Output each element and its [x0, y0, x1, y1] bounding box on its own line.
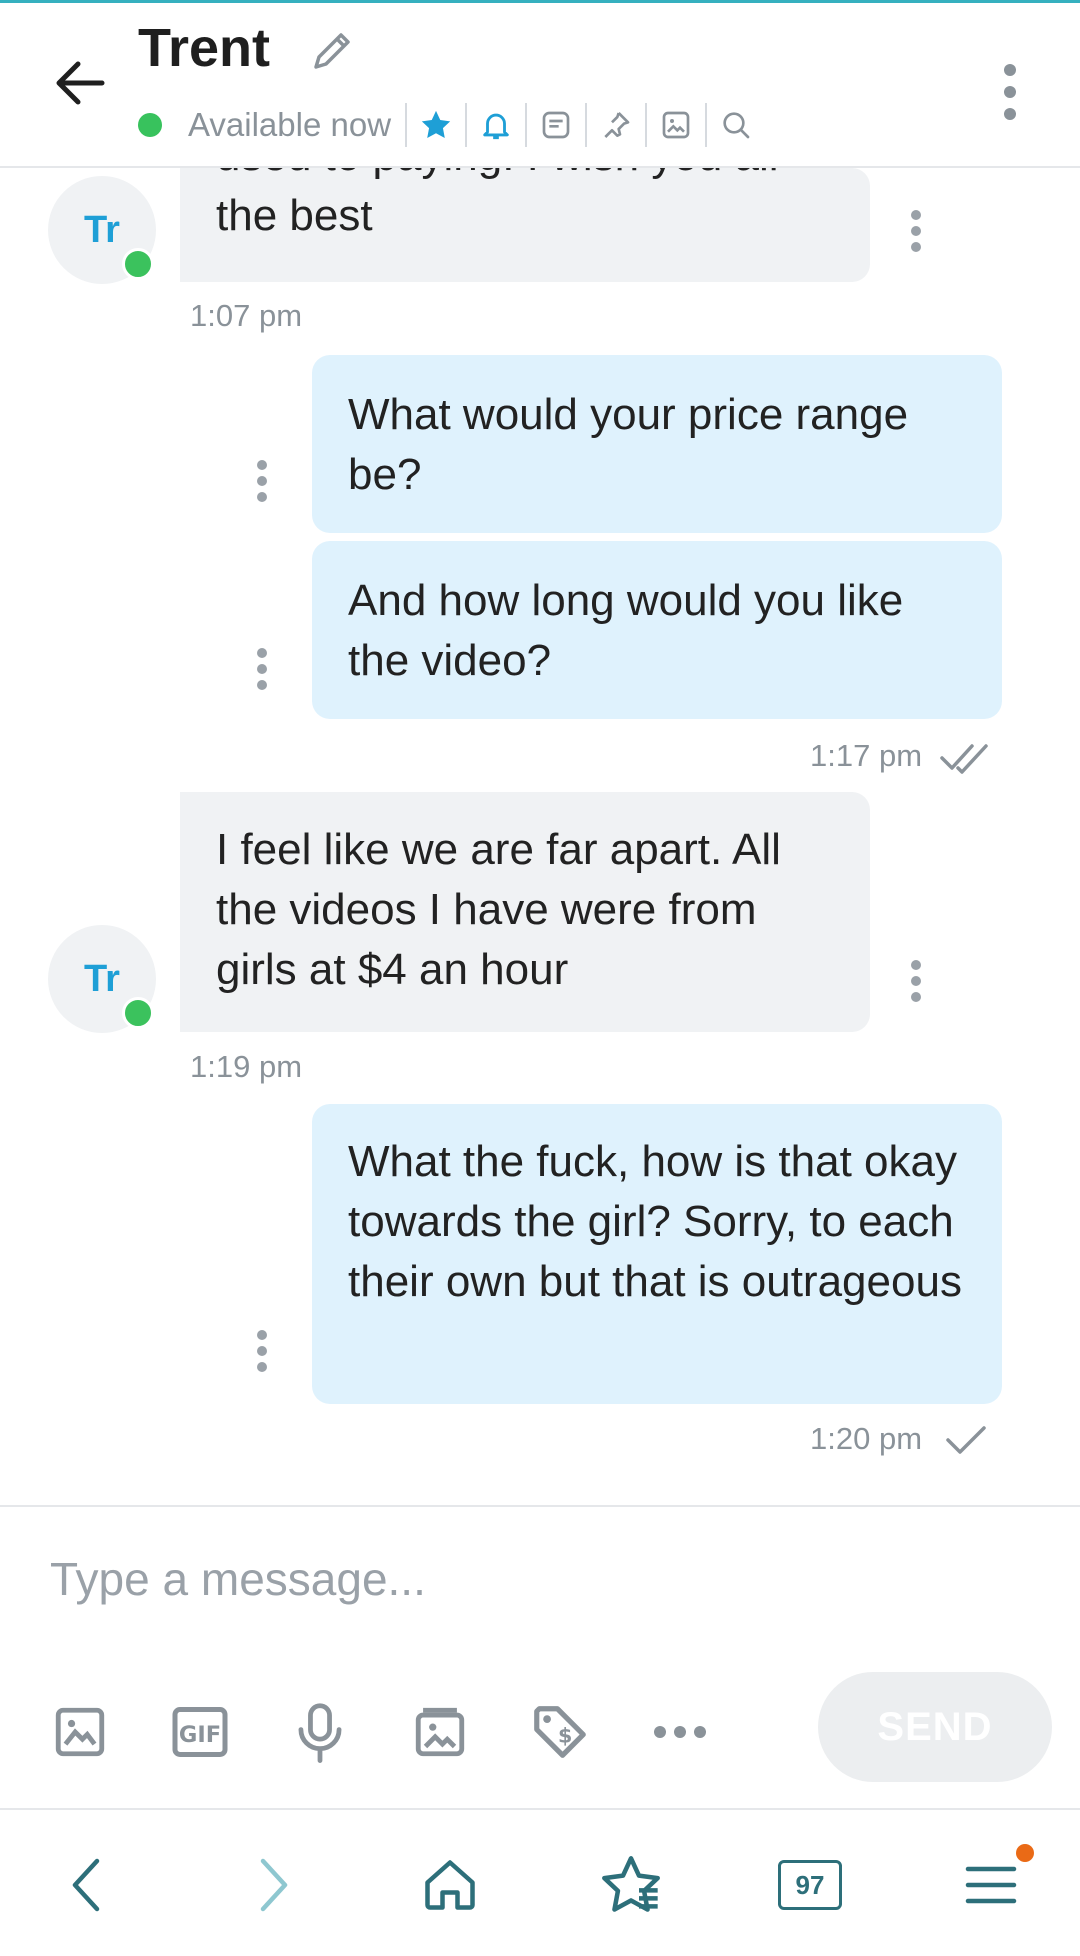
message-options-button[interactable]	[252, 460, 272, 504]
online-dot	[122, 248, 154, 280]
message-text: What the fuck, how is that okay towards …	[348, 1137, 962, 1306]
message-text: And how long would you like the video?	[348, 576, 904, 685]
contact-name[interactable]: Trent	[138, 17, 270, 79]
browser-bookmarks-button[interactable]	[586, 1840, 676, 1930]
search-icon	[723, 112, 750, 139]
message-text: the best	[216, 191, 373, 240]
chat-header: Trent Available now	[0, 3, 1080, 168]
message-time: 1:07 pm	[190, 298, 303, 333]
message-options-button[interactable]	[252, 1330, 272, 1374]
message-input[interactable]	[48, 1543, 952, 1615]
notification-badge	[1016, 1844, 1034, 1862]
edit-name-button[interactable]	[306, 25, 358, 77]
avatar-initials: Tr	[84, 957, 120, 1000]
status-row: Available now	[138, 103, 765, 147]
svg-text:GIF: GIF	[179, 1722, 221, 1748]
bell-icon	[483, 113, 509, 140]
voice-message-button[interactable]	[285, 1697, 355, 1767]
image-icon	[55, 1707, 105, 1757]
forward-icon	[260, 1858, 288, 1912]
avatar[interactable]: Tr	[48, 176, 156, 284]
avatar[interactable]: Tr	[48, 925, 156, 1033]
price-button[interactable]: $	[525, 1697, 595, 1767]
browser-home-button[interactable]	[405, 1840, 495, 1930]
menu-icon	[965, 1866, 1017, 1904]
message-bubble-outgoing[interactable]: And how long would you like the video?	[312, 541, 1002, 719]
back-icon	[72, 1858, 100, 1912]
tabs-icon: 97	[778, 1860, 842, 1910]
message-bubble-outgoing[interactable]: What would your price range be?	[312, 355, 1002, 533]
more-options-button[interactable]	[990, 58, 1030, 148]
svg-text:$: $	[558, 1723, 572, 1747]
image-icon	[662, 111, 690, 139]
gif-icon: GIF	[172, 1707, 228, 1757]
vault-icon	[415, 1707, 465, 1757]
gif-button[interactable]: GIF	[165, 1697, 235, 1767]
arrow-left-icon	[56, 61, 105, 105]
search-button[interactable]	[705, 103, 765, 147]
notes-button[interactable]	[525, 103, 585, 147]
tabs-count: 97	[795, 1869, 825, 1900]
online-dot	[122, 997, 154, 1029]
note-icon	[542, 111, 570, 139]
browser-toolbar: 97	[0, 1808, 1080, 1956]
more-tools-button[interactable]	[645, 1697, 715, 1767]
online-indicator	[138, 113, 162, 137]
double-check-icon	[940, 744, 988, 774]
attach-image-button[interactable]	[45, 1697, 115, 1767]
avatar-initials: Tr	[84, 208, 120, 251]
bookmarks-icon	[602, 1856, 660, 1912]
message-time: 1:17 pm	[810, 738, 923, 773]
message-options-button[interactable]	[906, 960, 926, 1004]
favorite-button[interactable]	[405, 103, 465, 147]
message-text: What would your price range be?	[348, 390, 909, 499]
home-icon	[425, 1860, 475, 1910]
message-options-button[interactable]	[252, 648, 272, 692]
pencil-icon	[314, 33, 350, 69]
message-text-partial: used to paying. I wish you all	[216, 168, 834, 186]
send-button[interactable]: SEND	[818, 1672, 1052, 1782]
microphone-icon	[298, 1703, 342, 1763]
back-button[interactable]	[40, 43, 120, 123]
kebab-icon	[1004, 64, 1016, 120]
price-tag-icon: $	[534, 1706, 586, 1758]
message-options-button[interactable]	[906, 210, 926, 254]
message-bubble-outgoing[interactable]: What the fuck, how is that okay towards …	[312, 1104, 1002, 1404]
vault-button[interactable]	[405, 1697, 475, 1767]
message-time: 1:19 pm	[190, 1049, 303, 1084]
star-icon	[421, 110, 451, 139]
more-icon	[654, 1726, 706, 1738]
browser-tabs-button[interactable]: 97	[765, 1840, 855, 1930]
message-time: 1:20 pm	[810, 1421, 923, 1456]
media-button[interactable]	[645, 103, 705, 147]
status-text: Available now	[188, 106, 392, 143]
browser-back-button[interactable]	[42, 1840, 132, 1930]
check-icon	[946, 1426, 986, 1454]
pin-button[interactable]	[585, 103, 645, 147]
pin-icon	[604, 112, 630, 138]
message-bubble-incoming[interactable]: I feel like we are far apart. All the vi…	[180, 792, 870, 1032]
browser-forward-button[interactable]	[228, 1840, 318, 1930]
message-text: I feel like we are far apart. All the vi…	[216, 825, 781, 994]
notifications-button[interactable]	[465, 103, 525, 147]
message-bubble-incoming[interactable]: used to paying. I wish you all the best	[180, 168, 870, 282]
message-composer: GIF $ SEND	[0, 1505, 1080, 1812]
